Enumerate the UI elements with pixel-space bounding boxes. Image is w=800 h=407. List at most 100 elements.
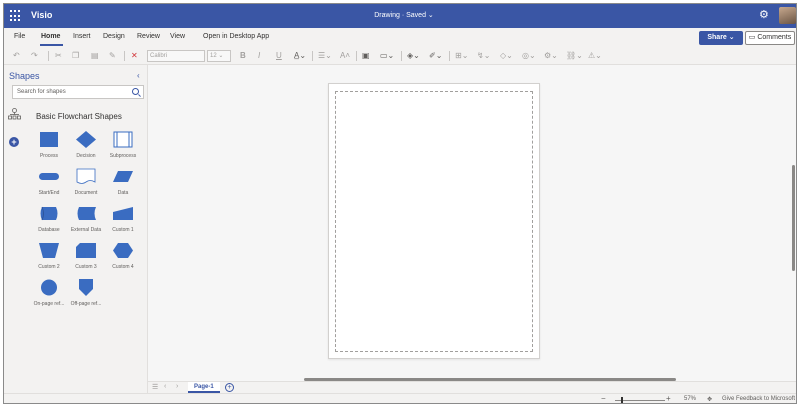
underline-button[interactable]: U bbox=[276, 50, 282, 61]
shape-custom-4[interactable]: Custom 4 bbox=[105, 242, 141, 276]
document-shape-icon bbox=[76, 168, 96, 184]
shapes-icon[interactable] bbox=[8, 108, 21, 120]
shape-database[interactable]: Database bbox=[31, 205, 67, 239]
tab-file[interactable]: File bbox=[14, 33, 25, 40]
connector-icon[interactable]: ↯⌄ bbox=[477, 50, 490, 61]
collapse-icon[interactable]: ‹ bbox=[137, 71, 140, 80]
avatar[interactable] bbox=[779, 7, 796, 24]
tab-review[interactable]: Review bbox=[137, 33, 160, 40]
off-page-reference-shape-icon bbox=[79, 279, 93, 296]
drawing-canvas[interactable] bbox=[148, 65, 796, 381]
delete-icon[interactable]: ✕ bbox=[131, 50, 138, 61]
visio-window: Visio Drawing · Saved ⌄ ⚙ File Home Inse… bbox=[3, 3, 797, 404]
menu-bar: File Home Insert Design Review View Open… bbox=[4, 28, 796, 47]
font-size-select[interactable]: 12 ⌄ bbox=[207, 50, 231, 62]
toolbar-divider bbox=[48, 51, 49, 61]
add-stencil-icon[interactable]: + bbox=[9, 137, 19, 147]
shape-label: Off-page ref... bbox=[70, 301, 102, 307]
shape-custom-2[interactable]: Custom 2 bbox=[31, 242, 67, 276]
add-page-icon[interactable]: + bbox=[225, 383, 234, 392]
fill-color-icon[interactable]: ◈⌄ bbox=[407, 50, 420, 61]
share-label: Share bbox=[707, 34, 727, 41]
previous-page-icon[interactable]: ‹ bbox=[164, 383, 166, 390]
drawing-page[interactable] bbox=[328, 83, 540, 359]
comments-label: Comments bbox=[757, 34, 792, 41]
toolbar-divider bbox=[401, 51, 402, 61]
fit-to-window-icon[interactable]: ✥ bbox=[707, 396, 712, 403]
search-shapes-input[interactable]: Search for shapes bbox=[12, 85, 144, 99]
shape-custom-3[interactable]: Custom 3 bbox=[68, 242, 104, 276]
cut-icon[interactable]: ✂ bbox=[55, 50, 62, 61]
font-family-select[interactable]: Calibri bbox=[147, 50, 205, 62]
comments-button[interactable]: ▭ Comments bbox=[745, 31, 795, 45]
font-color-icon[interactable]: A̲⌄ bbox=[294, 50, 306, 61]
font-grow-icon[interactable]: A˄ bbox=[340, 50, 350, 61]
custom-4-shape-icon bbox=[113, 243, 133, 258]
tab-home[interactable]: Home bbox=[41, 33, 60, 40]
tab-design[interactable]: Design bbox=[103, 33, 125, 40]
open-in-desktop-link[interactable]: Open in Desktop App bbox=[203, 33, 269, 40]
shape-external-data[interactable]: External Data bbox=[68, 205, 104, 239]
next-page-icon[interactable]: › bbox=[176, 383, 178, 390]
zoom-out-icon[interactable]: − bbox=[601, 394, 606, 403]
effects-icon[interactable]: ⚙⌄ bbox=[544, 50, 558, 61]
stencil-title: Basic Flowchart Shapes bbox=[36, 112, 122, 121]
shape-process[interactable]: Process bbox=[31, 131, 67, 165]
font-size-value: 12 bbox=[210, 53, 217, 59]
styles-icon[interactable]: ◇⌄ bbox=[500, 50, 513, 61]
tab-view[interactable]: View bbox=[170, 33, 185, 40]
shapes-panel: Shapes ‹ Search for shapes Basic Flowcha… bbox=[9, 65, 148, 403]
zoom-slider-thumb[interactable] bbox=[621, 397, 623, 403]
shape-off-page-reference[interactable]: Off-page ref... bbox=[68, 279, 104, 313]
comment-icon: ▭ bbox=[748, 34, 756, 41]
shape-custom-1[interactable]: Custom 1 bbox=[105, 205, 141, 239]
shape-data[interactable]: Data bbox=[105, 168, 141, 202]
feedback-link[interactable]: Give Feedback to Microsoft bbox=[722, 396, 795, 402]
shape-document[interactable]: Document bbox=[68, 168, 104, 202]
quick-styles-icon[interactable]: ◎⌄ bbox=[522, 50, 536, 61]
more-options-icon[interactable]: ⚠⌄ bbox=[588, 50, 602, 61]
undo-icon[interactable]: ↶ bbox=[13, 50, 20, 61]
font-family-value: Calibri bbox=[150, 53, 168, 59]
process-shape-icon bbox=[40, 132, 58, 147]
line-color-icon[interactable]: ✐⌄ bbox=[429, 50, 442, 61]
zoom-in-icon[interactable]: + bbox=[666, 394, 671, 403]
app-launcher-icon[interactable] bbox=[10, 10, 22, 22]
italic-button[interactable]: I bbox=[258, 50, 260, 61]
active-tab-indicator bbox=[40, 44, 63, 46]
shape-start-end[interactable]: Start/End bbox=[31, 168, 67, 202]
shape-label: Custom 4 bbox=[112, 264, 134, 270]
zoom-level[interactable]: 57% bbox=[684, 396, 696, 402]
document-title[interactable]: Drawing · Saved ⌄ bbox=[334, 11, 474, 19]
position-icon[interactable]: ⊞⌄ bbox=[455, 50, 468, 61]
paste-icon[interactable]: ▤ bbox=[91, 50, 99, 61]
shape-icon[interactable]: ▭⌄ bbox=[380, 50, 394, 61]
shape-on-page-reference[interactable]: On-page ref... bbox=[31, 279, 67, 313]
search-placeholder: Search for shapes bbox=[17, 89, 66, 95]
data-shape-icon bbox=[113, 171, 133, 182]
link-icon[interactable]: ⛓⌄ bbox=[566, 50, 583, 61]
text-box-icon[interactable]: ▣ bbox=[362, 50, 370, 61]
shape-subprocess[interactable]: Subprocess bbox=[105, 131, 141, 165]
vertical-scrollbar[interactable] bbox=[792, 165, 795, 271]
page-list-icon[interactable]: ☰ bbox=[152, 383, 158, 391]
share-button[interactable]: Share ⌄ bbox=[699, 31, 743, 45]
shape-label: Data bbox=[117, 190, 129, 196]
database-shape-icon bbox=[40, 206, 58, 221]
copy-icon[interactable]: ❐ bbox=[72, 50, 79, 61]
bold-button[interactable]: B bbox=[240, 50, 246, 61]
format-painter-icon[interactable]: ✎ bbox=[109, 50, 116, 61]
search-icon[interactable] bbox=[132, 88, 139, 95]
shape-decision[interactable]: Decision bbox=[68, 131, 104, 165]
app-name[interactable]: Visio bbox=[31, 10, 52, 20]
title-bar: Visio Drawing · Saved ⌄ ⚙ bbox=[4, 4, 796, 28]
gear-icon[interactable]: ⚙ bbox=[759, 8, 769, 21]
toolbar-divider bbox=[356, 51, 357, 61]
tab-page-1[interactable]: Page-1 bbox=[188, 382, 220, 393]
tab-insert[interactable]: Insert bbox=[73, 33, 91, 40]
redo-icon[interactable]: ↷ bbox=[31, 50, 38, 61]
toolbar-divider bbox=[124, 51, 125, 61]
ribbon-toolbar: ↶ ↷ ✂ ❐ ▤ ✎ ✕ Calibri 12 ⌄ B I U A̲⌄ ☰⌄ … bbox=[4, 47, 796, 65]
align-icon[interactable]: ☰⌄ bbox=[318, 50, 332, 61]
custom-3-shape-icon bbox=[76, 243, 96, 258]
